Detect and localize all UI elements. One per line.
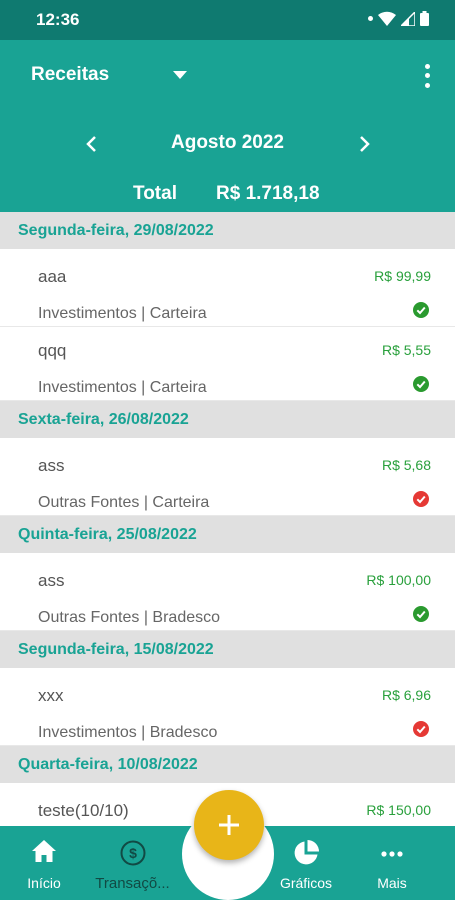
month-label: Agosto 2022 [171, 132, 284, 153]
title-dropdown[interactable]: Receitas [31, 64, 109, 86]
add-transaction-button[interactable] [194, 790, 264, 860]
svg-text:$: $ [129, 845, 137, 861]
transaction-item[interactable]: ass Outras Fontes | Bradesco R$ 100,00 [0, 557, 455, 631]
caret-down-icon[interactable] [173, 71, 187, 79]
nav-graficos[interactable]: Gráficos [270, 826, 342, 900]
transaction-description: teste(10/10) [38, 801, 129, 820]
status-time: 12:36 [36, 10, 80, 29]
nav-inicio-label: Início [27, 875, 61, 891]
pending-x-icon[interactable] [413, 491, 429, 507]
nav-mais-label: Mais [377, 875, 407, 891]
check-circle-icon[interactable] [413, 302, 429, 318]
transaction-category: Investimentos | Carteira [38, 305, 207, 322]
transaction-amount: R$ 5,55 [381, 342, 431, 358]
transaction-description: qqq [38, 341, 67, 360]
check-circle-icon[interactable] [413, 606, 429, 622]
status-icons [368, 11, 429, 26]
month-selector: Agosto 2022 [0, 128, 455, 160]
transaction-category: Investimentos | Bradesco [38, 724, 218, 741]
total-value: R$ 1.718,18 [216, 183, 320, 204]
transaction-category: Outras Fontes | Carteira [38, 494, 210, 511]
dollar-circle-icon: $ [120, 840, 145, 866]
transaction-description: aaa [38, 267, 67, 286]
check-circle-icon[interactable] [413, 376, 429, 392]
date-header: Segunda-feira, 29/08/2022 [0, 212, 455, 249]
total-label: Total [133, 183, 177, 204]
date-header: Sexta-feira, 26/08/2022 [0, 401, 455, 438]
nav-inicio[interactable]: Início [8, 826, 80, 900]
home-icon [32, 840, 56, 862]
date-header: Quarta-feira, 10/08/2022 [0, 746, 455, 783]
signal-icon [401, 11, 415, 26]
more-vert-icon[interactable] [419, 62, 435, 90]
page-title: Receitas [31, 64, 110, 85]
transaction-amount: R$ 5,68 [381, 457, 431, 473]
chevron-right-icon[interactable] [352, 132, 376, 156]
transaction-description: xxx [38, 686, 64, 705]
transaction-amount: R$ 150,00 [366, 802, 431, 818]
transaction-category: Outras Fontes | Bradesco [38, 609, 221, 626]
pending-x-icon[interactable] [413, 721, 429, 737]
plus-icon [219, 815, 239, 835]
nav-mais[interactable]: Mais [356, 826, 428, 900]
battery-icon [420, 11, 429, 26]
pie-chart-icon [294, 840, 319, 865]
transaction-amount: R$ 100,00 [366, 572, 431, 588]
app-bar: Receitas Agosto 2022 Total R$ 1.718,18 [0, 40, 455, 212]
transaction-amount: R$ 99,99 [374, 268, 431, 284]
nav-transacoes-label: Transaçõ... [95, 875, 170, 892]
transaction-item[interactable]: aaa Investimentos | Carteira R$ 99,99 [0, 253, 455, 327]
nav-transacoes[interactable]: $ Transaçõ... [85, 826, 180, 900]
transaction-item[interactable]: qqq Investimentos | Carteira R$ 5,55 [0, 327, 455, 401]
nav-graficos-label: Gráficos [279, 875, 333, 891]
transaction-description: ass [38, 571, 65, 590]
date-header: Quinta-feira, 25/08/2022 [0, 516, 455, 553]
more-horiz-icon [381, 851, 403, 857]
dot-icon [368, 16, 373, 21]
transaction-item[interactable]: ass Outras Fontes | Carteira R$ 5,68 [0, 442, 455, 516]
transaction-list[interactable]: Segunda-feira, 29/08/2022 aaa Investimen… [0, 212, 455, 861]
transaction-description: ass [38, 456, 65, 475]
date-header: Segunda-feira, 15/08/2022 [0, 631, 455, 668]
wifi-icon [378, 11, 396, 26]
transaction-item[interactable]: xxx Investimentos | Bradesco R$ 6,96 [0, 672, 455, 746]
transaction-amount: R$ 6,96 [381, 687, 431, 703]
status-bar: 12:36 [0, 0, 455, 40]
transaction-category: Investimentos | Carteira [38, 379, 207, 396]
